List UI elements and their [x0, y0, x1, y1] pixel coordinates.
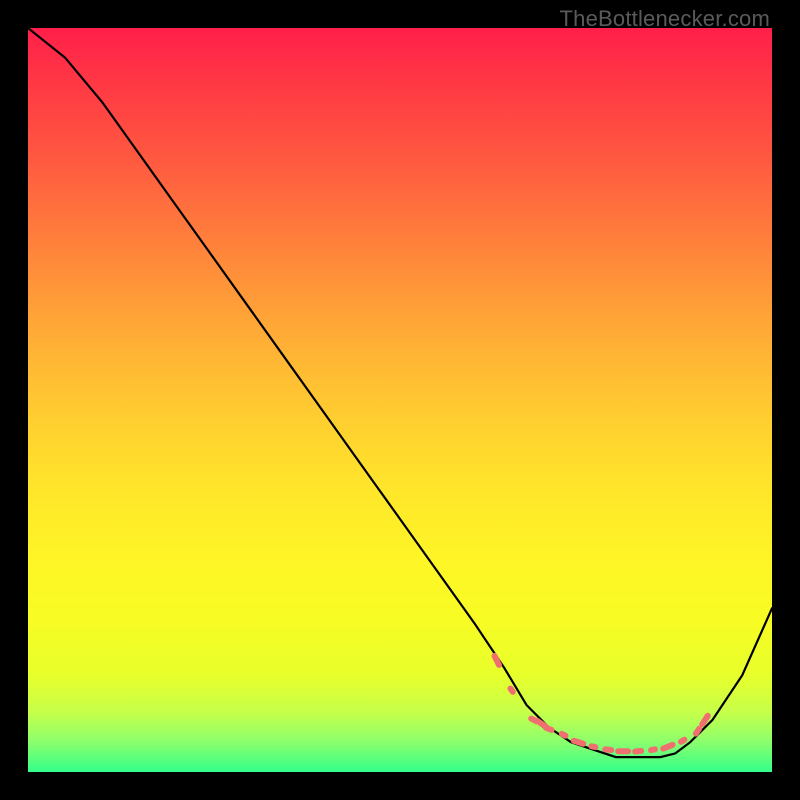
- dashed-marker: [681, 740, 684, 742]
- curve-layer: [28, 28, 772, 772]
- dashed-marker: [605, 749, 611, 750]
- dashed-marker: [495, 656, 500, 665]
- dashed-marker: [702, 716, 708, 724]
- dashed-marker: [510, 689, 512, 692]
- dashed-marker: [574, 741, 584, 744]
- dashed-marker: [592, 746, 596, 747]
- dashed-marker: [696, 729, 699, 734]
- bottleneck-curve: [28, 28, 772, 757]
- plot-area: [28, 28, 772, 772]
- dashed-marker: [635, 751, 641, 752]
- dashed-marker: [663, 745, 672, 749]
- dashed-marker: [651, 749, 655, 750]
- dashed-marker: [546, 728, 552, 730]
- dashed-marker: [562, 734, 566, 736]
- chart-frame: TheBottlenecker.com: [0, 0, 800, 800]
- watermark-text: TheBottlenecker.com: [560, 6, 770, 32]
